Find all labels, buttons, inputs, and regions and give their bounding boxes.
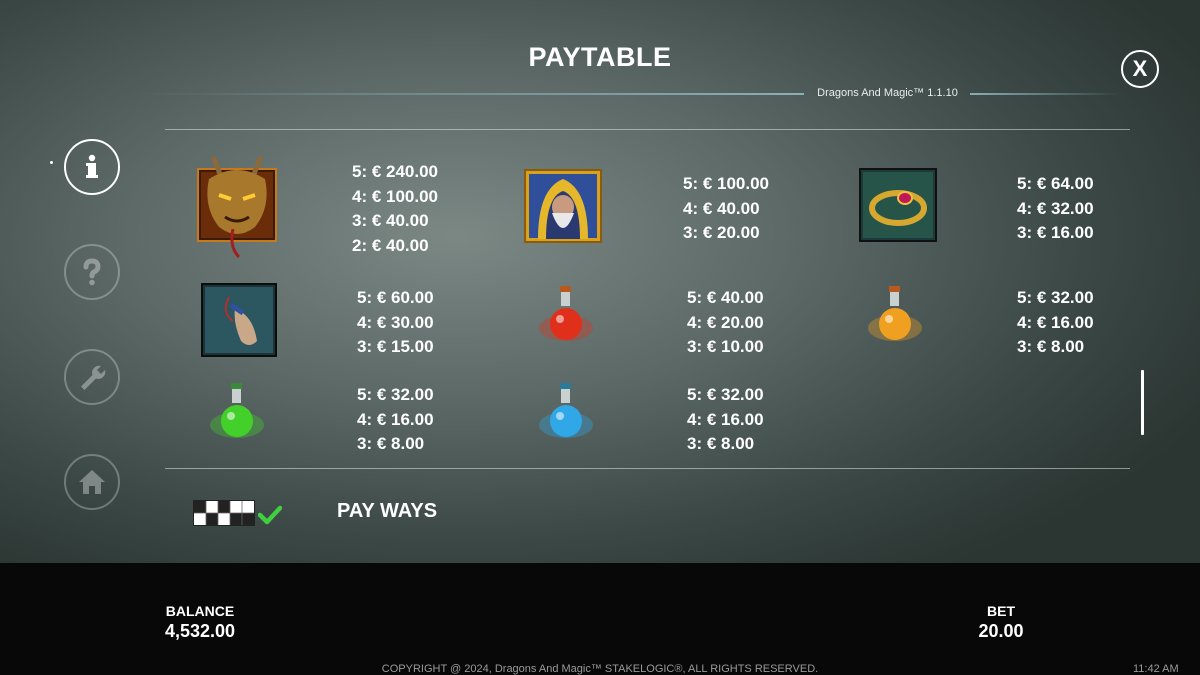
home-icon <box>79 470 105 494</box>
sidebar-item-help[interactable] <box>64 244 120 300</box>
pay-line: 4: € 16.00 <box>357 409 434 429</box>
check-icon <box>257 505 283 530</box>
close-button[interactable]: X <box>1121 50 1159 88</box>
pay-line: 5: € 240.00 <box>352 162 439 181</box>
pay-line: 3: € 40.00 <box>352 211 429 230</box>
scroll-symbol <box>201 283 277 362</box>
pay-line: 5: € 32.00 <box>687 385 764 404</box>
ring-pays: 5: € 64.00 4: € 32.00 3: € 16.00 <box>1017 172 1094 246</box>
orange-potion-symbol <box>866 284 924 353</box>
info-icon <box>86 154 98 178</box>
pay-line: 4: € 30.00 <box>357 312 434 332</box>
pay-line: 5: € 100.00 <box>683 174 770 193</box>
pay-line: 3: € 8.00 <box>357 434 425 453</box>
copyright-text: COPYRIGHT @ 2024, Dragons And Magic™ STA… <box>381 663 819 675</box>
blue-potion-symbol <box>537 381 595 450</box>
red-potion-symbol <box>537 284 595 353</box>
paytable-bottom-divider <box>165 468 1130 469</box>
pay-line: 4: € 20.00 <box>687 312 764 332</box>
pay-line: 4: € 100.00 <box>352 186 439 206</box>
pay-line: 5: € 32.00 <box>357 385 434 404</box>
pay-line: 5: € 60.00 <box>357 288 434 307</box>
pay-line: 5: € 64.00 <box>1017 174 1094 193</box>
pay-line: 3: € 10.00 <box>687 337 764 356</box>
balance-value: 4,532.00 <box>164 621 236 641</box>
pay-ways-label: PAY WAYS <box>337 500 438 522</box>
page-title: PAYTABLE <box>528 42 672 72</box>
bet-value: 20.00 <box>978 621 1024 641</box>
pay-line: 5: € 32.00 <box>1017 288 1094 307</box>
wizard-symbol <box>524 169 602 248</box>
pay-line: 4: € 32.00 <box>1017 198 1094 218</box>
dragon-pays: 5: € 240.00 4: € 100.00 3: € 40.00 2: € … <box>352 160 438 258</box>
pay-line: 5: € 40.00 <box>687 288 764 307</box>
footer-bar <box>0 563 1200 675</box>
header-divider-left <box>140 93 804 95</box>
red-potion-pays: 5: € 40.00 4: € 20.00 3: € 10.00 <box>687 286 764 360</box>
pay-line: 4: € 16.00 <box>687 409 764 429</box>
header-divider-right <box>970 93 1120 95</box>
pay-line: 3: € 8.00 <box>687 434 755 453</box>
pay-line: 3: € 8.00 <box>1017 337 1085 356</box>
paytable-top-divider <box>165 129 1130 130</box>
bet-label: BET <box>987 603 1015 619</box>
scroll-pays: 5: € 60.00 4: € 30.00 3: € 15.00 <box>357 286 434 360</box>
pay-line: 3: € 20.00 <box>683 223 760 242</box>
wizard-pays: 5: € 100.00 4: € 40.00 3: € 20.00 <box>683 172 769 246</box>
pay-line: 4: € 40.00 <box>683 198 760 218</box>
green-potion-symbol <box>208 381 266 450</box>
clock: 11:42 AM <box>1133 663 1179 675</box>
green-potion-pays: 5: € 32.00 4: € 16.00 3: € 8.00 <box>357 383 434 457</box>
dragon-symbol <box>195 149 279 266</box>
blue-potion-pays: 5: € 32.00 4: € 16.00 3: € 8.00 <box>687 383 764 457</box>
wrench-icon <box>81 365 106 390</box>
sidebar-item-settings[interactable] <box>64 349 120 405</box>
balance-label: BALANCE <box>165 603 235 619</box>
paytable-scrollbar[interactable] <box>1141 370 1144 435</box>
pay-ways-grid-icon <box>193 500 255 531</box>
sidebar-item-info[interactable] <box>64 139 120 195</box>
pay-line: 4: € 16.00 <box>1017 312 1094 332</box>
active-indicator <box>50 161 53 164</box>
question-icon <box>83 258 101 286</box>
pay-line: 3: € 16.00 <box>1017 223 1094 242</box>
version-label: Dragons And Magic™ 1.1.10 <box>817 87 958 99</box>
pay-line: 3: € 15.00 <box>357 337 434 356</box>
ring-symbol <box>859 168 937 247</box>
orange-potion-pays: 5: € 32.00 4: € 16.00 3: € 8.00 <box>1017 286 1094 360</box>
sidebar-item-home[interactable] <box>64 454 120 510</box>
pay-line: 2: € 40.00 <box>352 235 429 255</box>
